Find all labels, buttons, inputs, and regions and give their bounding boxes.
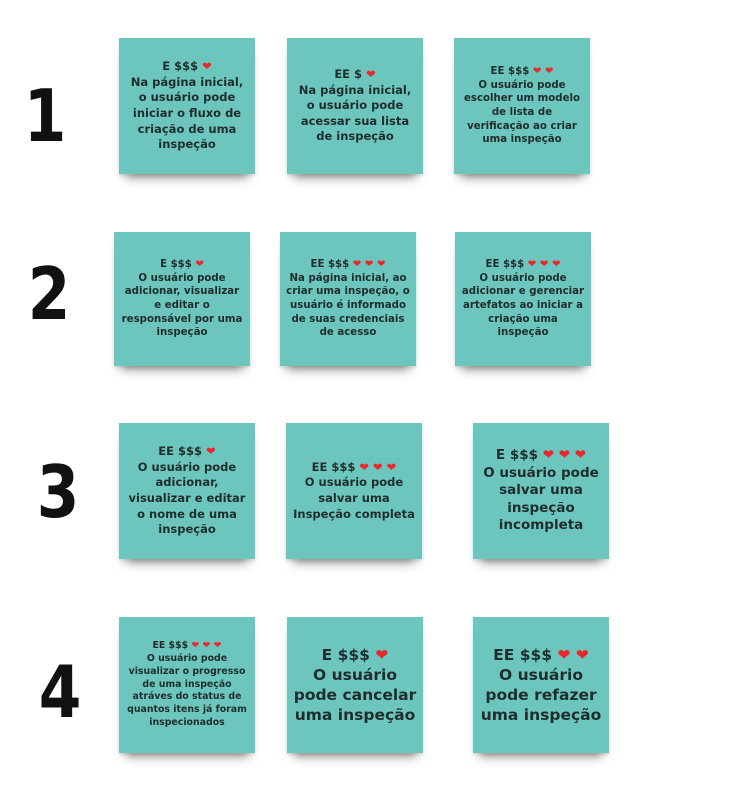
row-label-1: 1: [23, 74, 67, 158]
heart-icon: ❤: [202, 59, 212, 74]
note-text: O usuário pode adicionar, visualizar e e…: [128, 459, 246, 537]
priority-label: E $$$: [495, 447, 539, 464]
note-text: O usuário pode visualizar o progresso de…: [127, 652, 247, 729]
heart-icon: ❤: [195, 259, 204, 271]
heart-icon: ❤ ❤ ❤: [191, 639, 222, 651]
row-label-2: 2: [27, 252, 71, 336]
row-label-3: 3: [36, 450, 80, 534]
priority-label: E $$$: [162, 59, 199, 74]
priority-label: EE $$$: [485, 259, 525, 271]
sticky-note[interactable]: E $$$ ❤ Na página inicial, o usuário pod…: [119, 38, 255, 174]
note-text: O usuário pode adicionar, visualizar e e…: [121, 272, 243, 339]
priority-label: EE $: [334, 67, 363, 82]
sticky-note[interactable]: EE $$$ ❤ ❤ ❤ Na página inicial, ao criar…: [280, 232, 416, 366]
heart-icon: ❤: [206, 444, 216, 459]
sticky-note[interactable]: EE $$$ ❤ ❤ ❤ O usuário pode adicionar e …: [455, 232, 591, 366]
note-text: Na página inicial, o usuário pode inicia…: [130, 74, 244, 152]
note-text: O usuário pode refazer uma inspeção: [480, 665, 602, 725]
sticky-note[interactable]: EE $$$ ❤ ❤ ❤ O usuário pode visualizar o…: [119, 617, 255, 753]
sticky-note[interactable]: E $$$ ❤ ❤ ❤ O usuário pode salvar uma in…: [473, 423, 609, 559]
priority-label: EE $$$: [311, 459, 356, 474]
row-label-4: 4: [38, 650, 82, 734]
note-text: O usuário pode cancelar uma inspeção: [293, 665, 417, 725]
priority-label: EE $$$: [152, 639, 189, 651]
priority-label: EE $$$: [158, 444, 203, 459]
sticky-note[interactable]: EE $$$ ❤ ❤ O usuário pode escolher um mo…: [454, 38, 590, 174]
heart-icon: ❤: [375, 645, 389, 664]
note-text: O usuário pode salvar uma Inspeção compl…: [293, 475, 415, 521]
sticky-note[interactable]: EE $ ❤ Na página inicial, o usuário pode…: [287, 38, 423, 174]
note-text: Na página inicial, ao criar uma inspeção…: [286, 272, 410, 339]
priority-label: EE $$$: [490, 66, 530, 78]
heart-icon: ❤ ❤: [557, 645, 589, 664]
heart-icon: ❤ ❤: [532, 66, 554, 78]
note-text: O usuário pode salvar uma inspeção incom…: [483, 464, 599, 534]
priority-label: EE $$$: [310, 259, 350, 271]
sticky-note[interactable]: E $$$ ❤ O usuário pode cancelar uma insp…: [287, 617, 423, 753]
sticky-note[interactable]: E $$$ ❤ O usuário pode adicionar, visual…: [114, 232, 250, 366]
note-text: O usuário pode adicionar e gerenciar art…: [461, 272, 585, 339]
priority-label: E $$$: [321, 645, 370, 664]
heart-icon: ❤ ❤ ❤: [542, 447, 587, 464]
heart-icon: ❤: [366, 67, 376, 82]
sticky-note[interactable]: EE $$$ ❤ ❤ O usuário pode refazer uma in…: [473, 617, 609, 753]
priority-label: E $$$: [160, 259, 192, 271]
priority-label: EE $$$: [493, 645, 553, 664]
note-text: O usuário pode escolher um modelo de lis…: [464, 79, 580, 146]
heart-icon: ❤ ❤ ❤: [352, 259, 386, 271]
heart-icon: ❤ ❤ ❤: [527, 259, 561, 271]
sticky-note[interactable]: EE $$$ ❤ O usuário pode adicionar, visua…: [119, 423, 255, 559]
heart-icon: ❤ ❤ ❤: [359, 459, 397, 474]
note-text: Na página inicial, o usuário pode acessa…: [298, 82, 412, 144]
sticky-note[interactable]: EE $$$ ❤ ❤ ❤ O usuário pode salvar uma I…: [286, 423, 422, 559]
